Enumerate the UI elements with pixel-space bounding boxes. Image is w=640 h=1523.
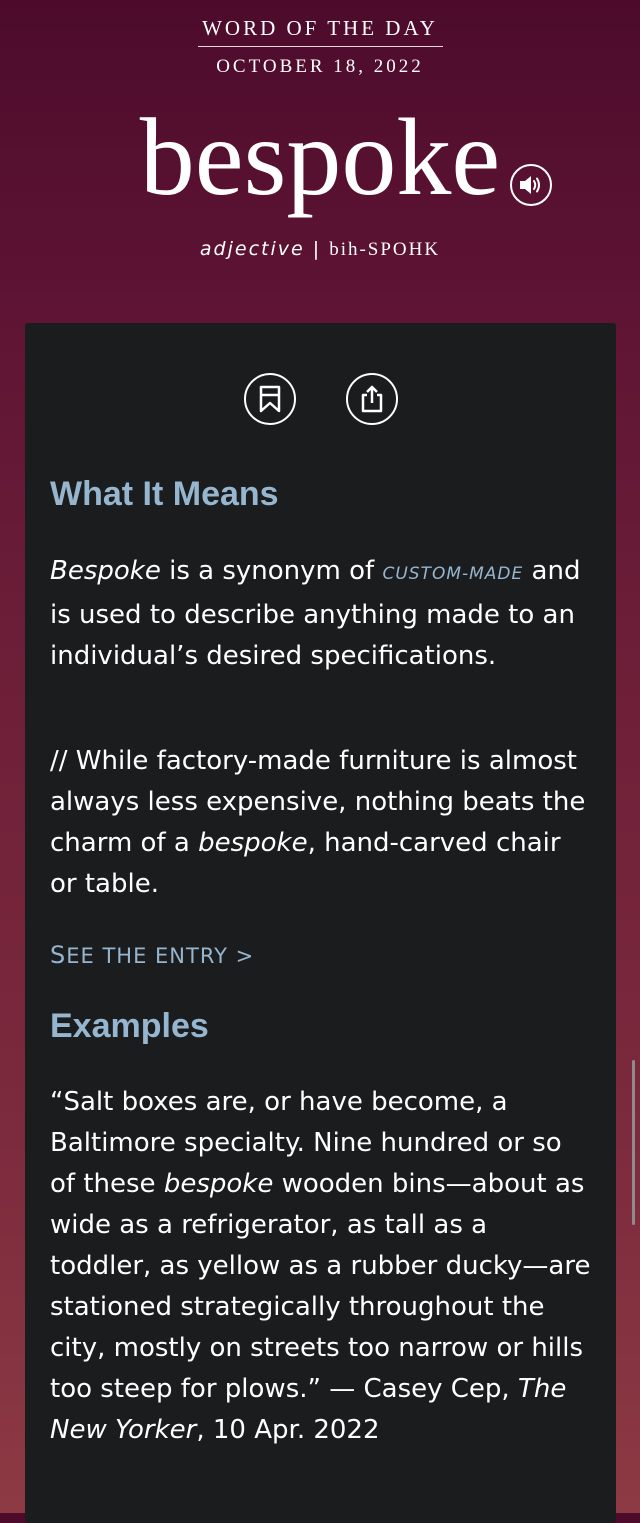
- share-word-button[interactable]: [345, 373, 398, 425]
- definition-text-part1: is a synonym of: [160, 556, 383, 586]
- entry-link-initial: S: [50, 941, 67, 969]
- entry-link-text: EE THE ENTRY: [66, 944, 228, 968]
- action-buttons: [25, 373, 616, 425]
- example-quote-word: bespoke: [163, 1169, 274, 1199]
- example-date: , 10 Apr. 2022: [196, 1415, 380, 1445]
- meaning-heading: What It Means: [50, 475, 279, 513]
- definition-card: What It Means Bespoke is a synonym of CU…: [25, 323, 616, 1523]
- word-of-the-day-label: WORD OF THE DAY: [202, 16, 438, 40]
- chevron-right-icon: >: [235, 944, 255, 968]
- usage-example: // While factory-made furniture is almos…: [50, 741, 595, 905]
- meta-separator: |: [312, 238, 322, 260]
- save-word-button[interactable]: [243, 373, 296, 425]
- word-title: bespoke: [139, 96, 501, 218]
- word-date: OCTOBER 18, 2022: [216, 56, 424, 77]
- header-divider: [198, 46, 443, 47]
- word-title-wrap: bespoke: [139, 92, 553, 222]
- word-title-row: bespoke: [0, 92, 640, 222]
- usage-example-word: bespoke: [198, 828, 308, 858]
- pronunciation: bih-SPOHK: [329, 239, 441, 260]
- definition-text: Bespoke is a synonym of CUSTOM-MADE and …: [50, 551, 595, 677]
- example-quote-part2: wooden bins—about as wide as a refrigera…: [50, 1169, 591, 1404]
- bookmark-icon: [259, 385, 280, 413]
- example-quote: “Salt boxes are, or have become, a Balti…: [50, 1082, 595, 1451]
- see-the-entry-link[interactable]: SEE THE ENTRY >: [50, 941, 254, 969]
- scrollbar[interactable]: [632, 1060, 635, 1225]
- synonym-link[interactable]: CUSTOM-MADE: [382, 564, 523, 584]
- word-meta: adjective | bih-SPOHK: [0, 238, 640, 261]
- part-of-speech: adjective: [199, 238, 305, 260]
- share-icon: [361, 385, 382, 413]
- definition-word: Bespoke: [50, 556, 161, 586]
- examples-heading: Examples: [50, 1007, 209, 1045]
- pronunciation-audio-button[interactable]: [510, 164, 553, 206]
- speaker-icon: [520, 176, 541, 194]
